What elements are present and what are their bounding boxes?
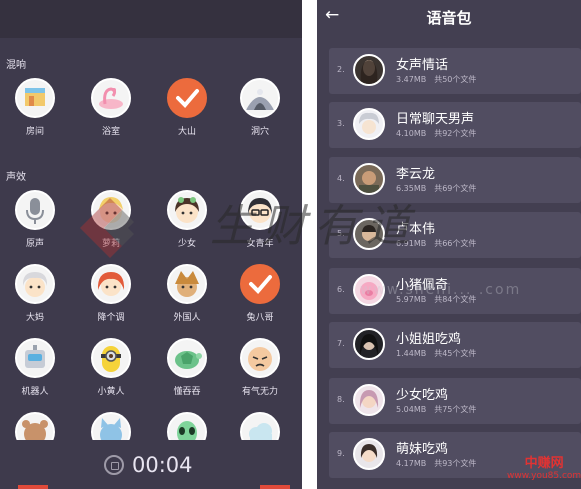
reverb-item-cave[interactable]: 洞穴 <box>230 78 290 137</box>
effect-item-girl[interactable]: 少女 <box>157 190 217 249</box>
checkmark-icon <box>240 264 280 304</box>
voice-pack-name: 女声情话 <box>396 58 449 73</box>
minion-icon <box>91 338 131 378</box>
voice-pack-meta: 5.04MB 共75个文件 <box>396 405 477 414</box>
status-bar <box>0 0 302 38</box>
effect-item-weak[interactable]: 有气无力 <box>230 338 290 397</box>
avatar <box>353 438 385 470</box>
girl-icon <box>167 190 207 230</box>
avatar <box>353 328 385 360</box>
turtle-icon <box>167 338 207 378</box>
effect-item-minion[interactable]: 小黄人 <box>81 338 141 397</box>
voice-pack-row[interactable]: 3. 日常聊天男声 4.10MB 共92个文件 <box>329 102 581 148</box>
reverb-item-bathroom[interactable]: 浴室 <box>81 78 141 137</box>
room-icon <box>15 78 55 118</box>
watermark-logo-icon <box>70 188 150 268</box>
recording-timer: 00:04 <box>132 453 193 477</box>
reverb-section-label: 混响 <box>6 60 26 71</box>
effects-section-label: 声效 <box>6 172 26 183</box>
voice-pack-meta: 3.47MB 共50个文件 <box>396 75 477 84</box>
weak-face-icon <box>240 338 280 378</box>
aunt-icon <box>15 264 55 304</box>
voice-pack-row[interactable]: 7. 小姐姐吃鸡 1.44MB 共45个文件 <box>329 322 581 368</box>
avatar <box>353 54 385 86</box>
effect-item-lower-pitch[interactable]: 降个调 <box>81 264 141 323</box>
checkmark-icon <box>167 78 207 118</box>
effect-item-aunt[interactable]: 大妈 <box>5 264 65 323</box>
action-indicator <box>260 485 290 489</box>
effect-item-bugs-bunny[interactable]: 兔八哥 <box>230 264 290 323</box>
reverb-item-mountain[interactable]: 大山 <box>157 78 217 137</box>
lower-pitch-icon <box>91 264 131 304</box>
effect-item-original[interactable]: 原声 <box>5 190 65 249</box>
cave-icon <box>240 78 280 118</box>
effect-item-robot[interactable]: 机器人 <box>5 338 65 397</box>
voice-pack-name: 李云龙 <box>396 167 436 182</box>
header: ← 语音包 <box>317 0 581 36</box>
action-indicator <box>18 485 48 489</box>
avatar <box>353 108 385 140</box>
bathtub-icon <box>91 78 131 118</box>
microphone-icon <box>15 190 55 230</box>
watermark-url: www.sheni... .com <box>360 282 522 298</box>
foreigner-icon <box>167 264 207 304</box>
page-title: 语音包 <box>426 9 472 27</box>
avatar <box>353 384 385 416</box>
robot-icon <box>15 338 55 378</box>
corner-watermark: 中赚网 www.you85.com <box>507 456 581 481</box>
voice-pack-name: 少女吃鸡 <box>396 388 449 403</box>
voice-pack-name: 萌妹吃鸡 <box>396 442 449 457</box>
effect-item-foreigner[interactable]: 外国人 <box>157 264 217 323</box>
reverb-item-room[interactable]: 房间 <box>5 78 65 137</box>
voice-pack-row[interactable]: 8. 少女吃鸡 5.04MB 共75个文件 <box>329 378 581 424</box>
voice-pack-name: 小姐姐吃鸡 <box>396 332 462 347</box>
voice-pack-meta: 1.44MB 共45个文件 <box>396 349 477 358</box>
stop-button[interactable] <box>104 455 124 475</box>
voice-pack-name: 日常聊天男声 <box>396 112 475 127</box>
voice-pack-meta: 4.17MB 共93个文件 <box>396 459 477 468</box>
effect-item-turtle[interactable]: 懂吞吞 <box>157 338 217 397</box>
voice-pack-meta: 4.10MB 共92个文件 <box>396 129 477 138</box>
watermark-text: 生财有道 <box>210 201 418 252</box>
voice-pack-row[interactable]: 2. 女声情话 3.47MB 共50个文件 <box>329 48 581 94</box>
